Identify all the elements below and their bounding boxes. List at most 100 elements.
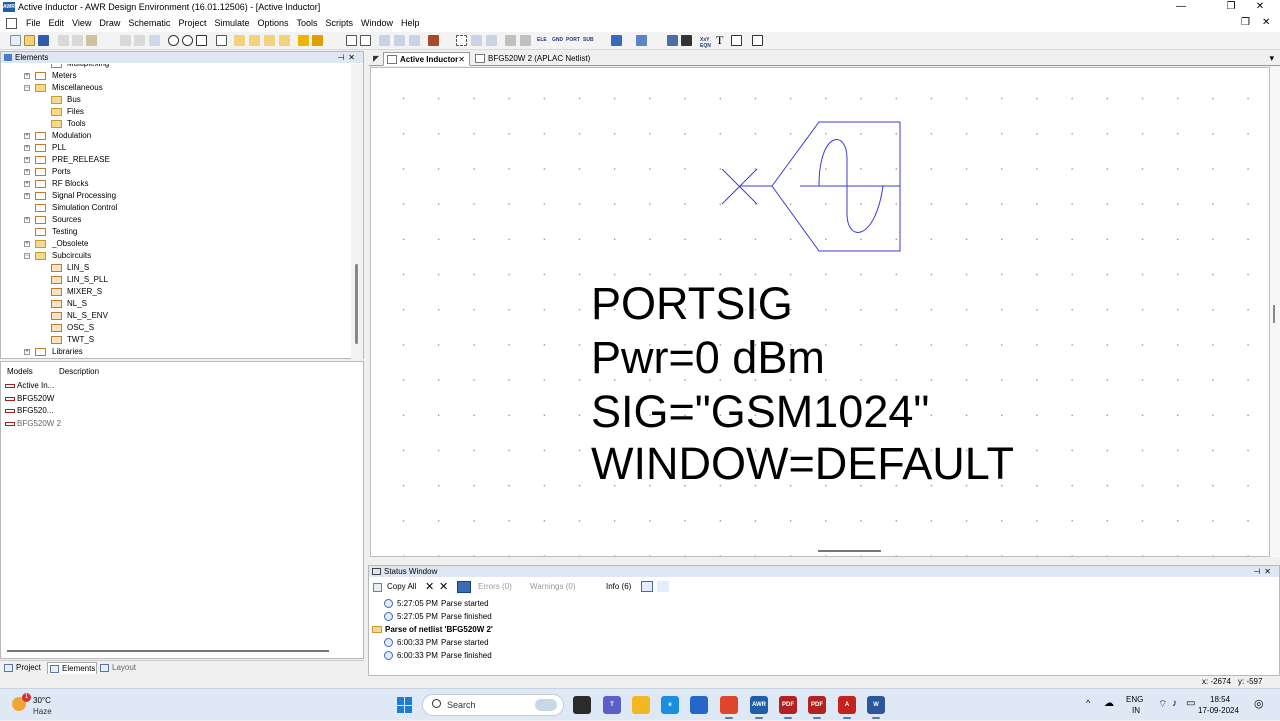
tab-elements[interactable]: Elements [47,662,97,674]
zoom-in-icon[interactable] [168,35,179,46]
clear-icon[interactable]: ✕ [425,581,434,593]
paste-icon[interactable] [86,35,97,46]
edge-app-icon[interactable]: e [661,696,679,714]
clock-time[interactable]: 18:54 [1210,695,1230,704]
tree-scroll-thumb[interactable] [355,264,358,344]
expand-icon[interactable]: + [24,193,30,199]
rotate-icon[interactable] [636,35,647,46]
word-app-icon[interactable]: W [867,696,885,719]
minimize-button[interactable]: — [1161,0,1201,15]
acrobat-app-icon[interactable]: A [838,696,856,719]
menu-window[interactable]: Window [357,18,397,28]
analyze-icon[interactable] [298,35,309,46]
expand-icon[interactable]: + [24,133,30,139]
schematic-canvas[interactable]: PORTSIG Pwr=0 dBm SIG="GSM1024" WINDOW=D… [370,67,1270,557]
group-icon[interactable] [641,581,653,592]
menu-help[interactable]: Help [397,18,424,28]
clock-date[interactable]: 17-09-2024 [1198,706,1239,715]
clear-all-icon[interactable]: ✕ [439,581,448,593]
widgets-app-icon[interactable] [573,696,591,714]
notifications-icon[interactable]: ◎ [1254,697,1264,710]
canvas-horizontal-scroll-thumb[interactable] [818,550,881,552]
expand-icon[interactable]: + [24,217,30,223]
language-label[interactable]: ENG [1126,695,1143,704]
print-icon[interactable] [428,35,439,46]
collapse-icon[interactable]: − [24,85,30,91]
document-icon[interactable] [6,18,17,29]
close-icon[interactable]: ✕ [348,53,359,62]
expand-icon[interactable]: + [24,241,30,247]
start-button[interactable] [397,697,413,713]
graph-2-icon[interactable] [360,35,371,46]
mdi-restore-button[interactable]: ❐ [1241,17,1250,28]
param-power[interactable]: Pwr=0 dBm [591,332,825,384]
status-close-icon[interactable]: ✕ [1264,567,1275,576]
menu-schematic[interactable]: Schematic [124,18,174,28]
select-icon[interactable] [456,35,467,46]
cut-icon[interactable] [58,35,69,46]
teams-app-icon[interactable]: T [603,696,621,714]
link-icon[interactable] [667,35,678,46]
text-button[interactable]: T [716,34,723,46]
description-column[interactable]: Description [59,367,99,376]
expand-icon[interactable]: + [24,349,30,355]
close-window-button[interactable]: ✕ [1240,0,1280,15]
menu-draw[interactable]: Draw [95,18,124,28]
grid-icon[interactable] [379,35,390,46]
canvas-vertical-scrollbar[interactable] [1270,67,1280,557]
view-area-icon[interactable] [216,35,227,46]
properties-icon[interactable] [471,35,482,46]
tab-active-inductor[interactable]: Active Inductor ✕ [383,52,470,66]
pdf-tool-2-app-icon[interactable]: PDF [808,696,826,719]
tab-list-icon[interactable]: ▾ [1269,53,1274,64]
ground-button[interactable]: GND [552,35,563,46]
element-name-label[interactable]: PORTSIG [591,278,793,330]
add-graph-icon[interactable] [279,35,290,46]
layers-icon[interactable] [486,35,497,46]
undo-icon[interactable] [120,35,131,46]
menu-simulate[interactable]: Simulate [210,18,253,28]
add-layout-icon[interactable] [264,35,275,46]
info-filter-button[interactable]: Info (6) [606,581,631,593]
region-label[interactable]: IN [1132,706,1140,715]
taskbar-search[interactable]: Search [422,694,564,716]
tab-project[interactable]: Project [2,662,46,674]
toolbar-options-icon[interactable] [752,35,763,46]
chrome-app-icon[interactable] [720,696,738,719]
menu-edit[interactable]: Edit [45,18,69,28]
menu-project[interactable]: Project [174,18,210,28]
show-hidden-icons[interactable]: ^ [1086,698,1090,708]
zoom-out-icon[interactable] [182,35,193,46]
wire-icon[interactable] [611,35,622,46]
subcircuit-button[interactable]: SUB [583,35,594,46]
print-preview-icon[interactable] [681,35,692,46]
mdi-close-button[interactable]: ✕ [1262,17,1270,28]
add-netlist-icon[interactable] [249,35,260,46]
copy-all-button[interactable]: Copy All [387,581,416,593]
pin-icon[interactable]: ⊣ [337,53,348,62]
shape-icon[interactable] [731,35,742,46]
canvas-vscroll-thumb[interactable] [1273,305,1275,323]
tune-icon[interactable] [312,35,323,46]
errors-filter-button[interactable]: Errors (0) [478,581,512,593]
copy-icon[interactable] [72,35,83,46]
zoom-fit-icon[interactable] [196,35,207,46]
open-folder-icon[interactable] [24,35,35,46]
port-button[interactable]: PORT [566,35,580,46]
menu-scripts[interactable]: Scripts [322,18,358,28]
param-signal[interactable]: SIG="GSM1024" [591,386,929,438]
filter-icon[interactable] [457,581,471,593]
graph-icon[interactable] [346,35,357,46]
menu-view[interactable]: View [68,18,95,28]
models-scrollbar[interactable] [7,650,329,652]
battery-icon[interactable]: ▭ [1186,698,1195,709]
close-tab-icon[interactable]: ✕ [458,53,465,66]
awr-app-icon[interactable]: AWR [750,696,768,719]
sort-icon[interactable] [657,581,669,592]
expand-icon[interactable]: + [24,181,30,187]
volume-icon[interactable]: ♪ [1172,698,1177,709]
new-icon[interactable] [10,35,21,46]
expand-icon[interactable]: + [24,145,30,151]
menu-tools[interactable]: Tools [293,18,322,28]
status-pin-icon[interactable]: ⊣ [1253,567,1264,576]
